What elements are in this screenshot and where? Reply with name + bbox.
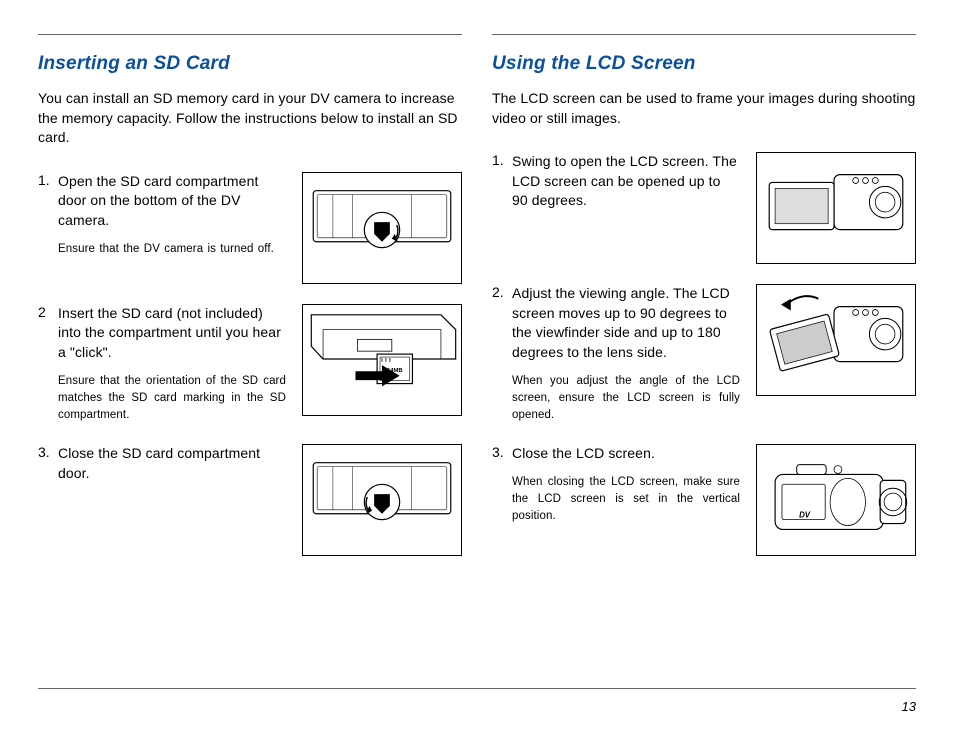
intro-lcd: The LCD screen can be used to frame your… [492,89,916,128]
camera-sd-insert-icon: 64MB [303,305,461,415]
step-body: Insert the SD card (not included) into t… [58,304,286,425]
step-note: Ensure that the orientation of the SD ca… [58,373,286,425]
lcd-step-3-text: 3. Close the LCD screen. When closing th… [492,444,744,556]
page-footer: 13 [38,688,916,714]
step-note: Ensure that the DV camera is turned off. [58,241,286,258]
step-number: 2. [492,284,512,300]
illustration-lcd-angle [756,284,916,396]
step-note: When you adjust the angle of the LCD scr… [512,373,740,425]
step-instruction: Close the LCD screen. [512,445,655,461]
step-body: Close the LCD screen. When closing the L… [512,444,740,525]
left-column: Inserting an SD Card You can install an … [38,34,462,688]
illustration-sd-open [302,172,462,284]
lcd-step-3: 3. Close the LCD screen. When closing th… [492,444,916,556]
step-body: Adjust the viewing angle. The LCD screen… [512,284,740,424]
illustration-lcd-close: DV [756,444,916,556]
camera-lcd-rotate-icon [757,285,915,395]
step-instruction: Open the SD card compartment door on the… [58,173,258,228]
sd-step-2: 2 Insert the SD card (not included) into… [38,304,462,425]
lcd-step-2-text: 2. Adjust the viewing angle. The LCD scr… [492,284,744,424]
step-number: 1. [38,172,58,188]
heading-lcd: Using the LCD Screen [492,53,916,75]
camera-bottom-open-icon [303,173,461,283]
step-body: Close the SD card compartment door. [58,444,286,483]
illustration-sd-close [302,444,462,556]
page-number: 13 [902,699,916,714]
lcd-step-1-text: 1. Swing to open the LCD screen. The LCD… [492,152,744,264]
step-instruction: Adjust the viewing angle. The LCD screen… [512,285,730,360]
right-column: Using the LCD Screen The LCD screen can … [492,34,916,688]
illustration-sd-insert: 64MB [302,304,462,416]
step-number: 2 [38,304,58,320]
camera-bottom-close-icon [303,445,461,555]
svg-text:DV: DV [799,511,811,520]
step-instruction: Insert the SD card (not included) into t… [58,305,281,360]
camera-lcd-open-icon [757,153,915,263]
sd-step-3-text: 3. Close the SD card compartment door. [38,444,290,556]
sd-step-1-text: 1. Open the SD card compartment door on … [38,172,290,284]
step-number: 3. [492,444,512,460]
lcd-step-1: 1. Swing to open the LCD screen. The LCD… [492,152,916,264]
step-note: When closing the LCD screen, make sure t… [512,474,740,526]
camera-side-icon: DV [757,445,915,555]
step-body: Open the SD card compartment door on the… [58,172,286,258]
lcd-step-2: 2. Adjust the viewing angle. The LCD scr… [492,284,916,424]
sd-step-2-text: 2 Insert the SD card (not included) into… [38,304,290,425]
page-columns: Inserting an SD Card You can install an … [38,34,916,688]
step-instruction: Swing to open the LCD screen. The LCD sc… [512,153,737,208]
sd-step-1: 1. Open the SD card compartment door on … [38,172,462,284]
step-body: Swing to open the LCD screen. The LCD sc… [512,152,740,211]
step-number: 3. [38,444,58,460]
step-number: 1. [492,152,512,168]
illustration-lcd-open [756,152,916,264]
heading-sd-card: Inserting an SD Card [38,53,462,75]
step-instruction: Close the SD card compartment door. [58,445,260,481]
intro-sd-card: You can install an SD memory card in you… [38,89,462,148]
sd-step-3: 3. Close the SD card compartment door. [38,444,462,556]
